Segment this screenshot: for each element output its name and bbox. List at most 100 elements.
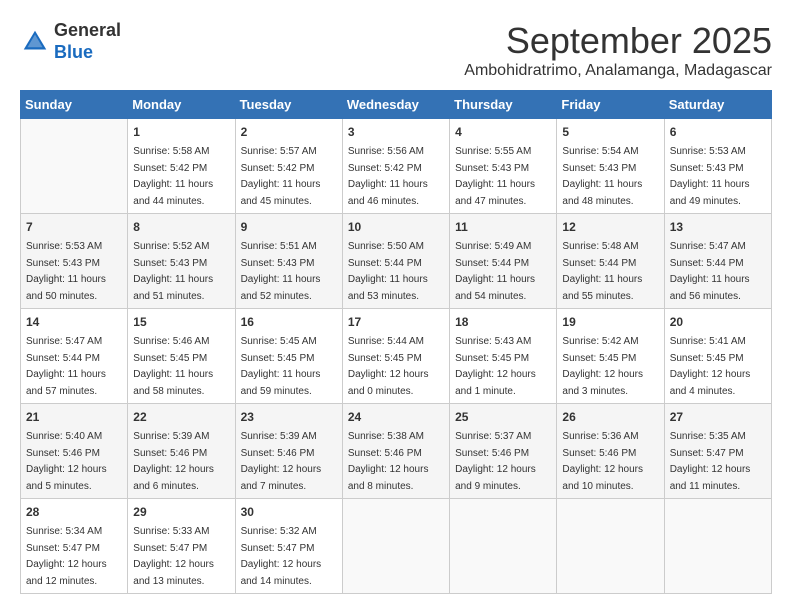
location-title: Ambohidratrimo, Analamanga, Madagascar: [464, 62, 772, 80]
day-number: 3: [348, 123, 444, 141]
calendar-cell: 24 Sunrise: 5:38 AMSunset: 5:46 PMDaylig…: [342, 404, 449, 499]
day-header-saturday: Saturday: [664, 91, 771, 119]
calendar-cell: 27 Sunrise: 5:35 AMSunset: 5:47 PMDaylig…: [664, 404, 771, 499]
calendar-cell: 5 Sunrise: 5:54 AMSunset: 5:43 PMDayligh…: [557, 119, 664, 214]
calendar-cell: 11 Sunrise: 5:49 AMSunset: 5:44 PMDaylig…: [450, 214, 557, 309]
day-number: 22: [133, 408, 229, 426]
day-number: 14: [26, 313, 122, 331]
day-header-wednesday: Wednesday: [342, 91, 449, 119]
day-number: 6: [670, 123, 766, 141]
day-info: Sunrise: 5:38 AMSunset: 5:46 PMDaylight:…: [348, 431, 429, 492]
day-number: 7: [26, 218, 122, 236]
calendar-cell: 17 Sunrise: 5:44 AMSunset: 5:45 PMDaylig…: [342, 309, 449, 404]
day-info: Sunrise: 5:47 AMSunset: 5:44 PMDaylight:…: [26, 336, 106, 397]
day-info: Sunrise: 5:36 AMSunset: 5:46 PMDaylight:…: [562, 431, 643, 492]
day-number: 27: [670, 408, 766, 426]
day-number: 29: [133, 503, 229, 521]
day-header-monday: Monday: [128, 91, 235, 119]
month-title: September 2025: [464, 20, 772, 62]
day-header-thursday: Thursday: [450, 91, 557, 119]
calendar-cell: 9 Sunrise: 5:51 AMSunset: 5:43 PMDayligh…: [235, 214, 342, 309]
calendar-week-4: 21 Sunrise: 5:40 AMSunset: 5:46 PMDaylig…: [21, 404, 772, 499]
calendar-table: SundayMondayTuesdayWednesdayThursdayFrid…: [20, 90, 772, 594]
calendar-cell: 22 Sunrise: 5:39 AMSunset: 5:46 PMDaylig…: [128, 404, 235, 499]
day-info: Sunrise: 5:58 AMSunset: 5:42 PMDaylight:…: [133, 146, 213, 207]
calendar-cell: 21 Sunrise: 5:40 AMSunset: 5:46 PMDaylig…: [21, 404, 128, 499]
calendar-week-1: 1 Sunrise: 5:58 AMSunset: 5:42 PMDayligh…: [21, 119, 772, 214]
day-number: 5: [562, 123, 658, 141]
day-info: Sunrise: 5:32 AMSunset: 5:47 PMDaylight:…: [241, 526, 322, 587]
day-number: 4: [455, 123, 551, 141]
day-number: 23: [241, 408, 337, 426]
calendar-cell: 8 Sunrise: 5:52 AMSunset: 5:43 PMDayligh…: [128, 214, 235, 309]
day-info: Sunrise: 5:43 AMSunset: 5:45 PMDaylight:…: [455, 336, 536, 397]
calendar-cell: [21, 119, 128, 214]
day-number: 1: [133, 123, 229, 141]
calendar-cell: 16 Sunrise: 5:45 AMSunset: 5:45 PMDaylig…: [235, 309, 342, 404]
calendar-cell: [557, 499, 664, 594]
day-number: 2: [241, 123, 337, 141]
day-header-friday: Friday: [557, 91, 664, 119]
day-header-tuesday: Tuesday: [235, 91, 342, 119]
calendar-week-2: 7 Sunrise: 5:53 AMSunset: 5:43 PMDayligh…: [21, 214, 772, 309]
calendar-cell: 14 Sunrise: 5:47 AMSunset: 5:44 PMDaylig…: [21, 309, 128, 404]
day-info: Sunrise: 5:42 AMSunset: 5:45 PMDaylight:…: [562, 336, 643, 397]
day-number: 26: [562, 408, 658, 426]
day-info: Sunrise: 5:39 AMSunset: 5:46 PMDaylight:…: [241, 431, 322, 492]
day-number: 20: [670, 313, 766, 331]
day-header-sunday: Sunday: [21, 91, 128, 119]
calendar-cell: 6 Sunrise: 5:53 AMSunset: 5:43 PMDayligh…: [664, 119, 771, 214]
day-info: Sunrise: 5:54 AMSunset: 5:43 PMDaylight:…: [562, 146, 642, 207]
calendar-cell: 19 Sunrise: 5:42 AMSunset: 5:45 PMDaylig…: [557, 309, 664, 404]
day-number: 11: [455, 218, 551, 236]
calendar-cell: 26 Sunrise: 5:36 AMSunset: 5:46 PMDaylig…: [557, 404, 664, 499]
calendar-header-row: SundayMondayTuesdayWednesdayThursdayFrid…: [21, 91, 772, 119]
day-info: Sunrise: 5:40 AMSunset: 5:46 PMDaylight:…: [26, 431, 107, 492]
calendar-cell: 18 Sunrise: 5:43 AMSunset: 5:45 PMDaylig…: [450, 309, 557, 404]
day-number: 15: [133, 313, 229, 331]
day-number: 16: [241, 313, 337, 331]
calendar-cell: [664, 499, 771, 594]
logo: General Blue: [20, 20, 121, 63]
day-info: Sunrise: 5:50 AMSunset: 5:44 PMDaylight:…: [348, 241, 428, 302]
calendar-cell: 15 Sunrise: 5:46 AMSunset: 5:45 PMDaylig…: [128, 309, 235, 404]
calendar-cell: 2 Sunrise: 5:57 AMSunset: 5:42 PMDayligh…: [235, 119, 342, 214]
calendar-cell: 1 Sunrise: 5:58 AMSunset: 5:42 PMDayligh…: [128, 119, 235, 214]
day-number: 30: [241, 503, 337, 521]
calendar-cell: 20 Sunrise: 5:41 AMSunset: 5:45 PMDaylig…: [664, 309, 771, 404]
day-number: 9: [241, 218, 337, 236]
logo-icon: [20, 27, 50, 57]
day-info: Sunrise: 5:53 AMSunset: 5:43 PMDaylight:…: [26, 241, 106, 302]
calendar-cell: 23 Sunrise: 5:39 AMSunset: 5:46 PMDaylig…: [235, 404, 342, 499]
title-block: September 2025 Ambohidratrimo, Analamang…: [464, 20, 772, 80]
logo-text: General Blue: [54, 20, 121, 63]
day-info: Sunrise: 5:39 AMSunset: 5:46 PMDaylight:…: [133, 431, 214, 492]
day-number: 18: [455, 313, 551, 331]
day-info: Sunrise: 5:37 AMSunset: 5:46 PMDaylight:…: [455, 431, 536, 492]
calendar-cell: 29 Sunrise: 5:33 AMSunset: 5:47 PMDaylig…: [128, 499, 235, 594]
calendar-cell: [450, 499, 557, 594]
day-number: 12: [562, 218, 658, 236]
day-info: Sunrise: 5:48 AMSunset: 5:44 PMDaylight:…: [562, 241, 642, 302]
calendar-cell: 7 Sunrise: 5:53 AMSunset: 5:43 PMDayligh…: [21, 214, 128, 309]
day-info: Sunrise: 5:52 AMSunset: 5:43 PMDaylight:…: [133, 241, 213, 302]
day-info: Sunrise: 5:35 AMSunset: 5:47 PMDaylight:…: [670, 431, 751, 492]
day-number: 13: [670, 218, 766, 236]
day-info: Sunrise: 5:46 AMSunset: 5:45 PMDaylight:…: [133, 336, 213, 397]
page-header: General Blue September 2025 Ambohidratri…: [20, 20, 772, 80]
calendar-cell: 25 Sunrise: 5:37 AMSunset: 5:46 PMDaylig…: [450, 404, 557, 499]
day-info: Sunrise: 5:47 AMSunset: 5:44 PMDaylight:…: [670, 241, 750, 302]
day-number: 8: [133, 218, 229, 236]
day-info: Sunrise: 5:41 AMSunset: 5:45 PMDaylight:…: [670, 336, 751, 397]
day-number: 25: [455, 408, 551, 426]
day-info: Sunrise: 5:34 AMSunset: 5:47 PMDaylight:…: [26, 526, 107, 587]
day-number: 28: [26, 503, 122, 521]
calendar-cell: 10 Sunrise: 5:50 AMSunset: 5:44 PMDaylig…: [342, 214, 449, 309]
calendar-cell: [342, 499, 449, 594]
day-number: 10: [348, 218, 444, 236]
day-info: Sunrise: 5:56 AMSunset: 5:42 PMDaylight:…: [348, 146, 428, 207]
day-number: 19: [562, 313, 658, 331]
day-number: 21: [26, 408, 122, 426]
calendar-cell: 13 Sunrise: 5:47 AMSunset: 5:44 PMDaylig…: [664, 214, 771, 309]
day-info: Sunrise: 5:49 AMSunset: 5:44 PMDaylight:…: [455, 241, 535, 302]
